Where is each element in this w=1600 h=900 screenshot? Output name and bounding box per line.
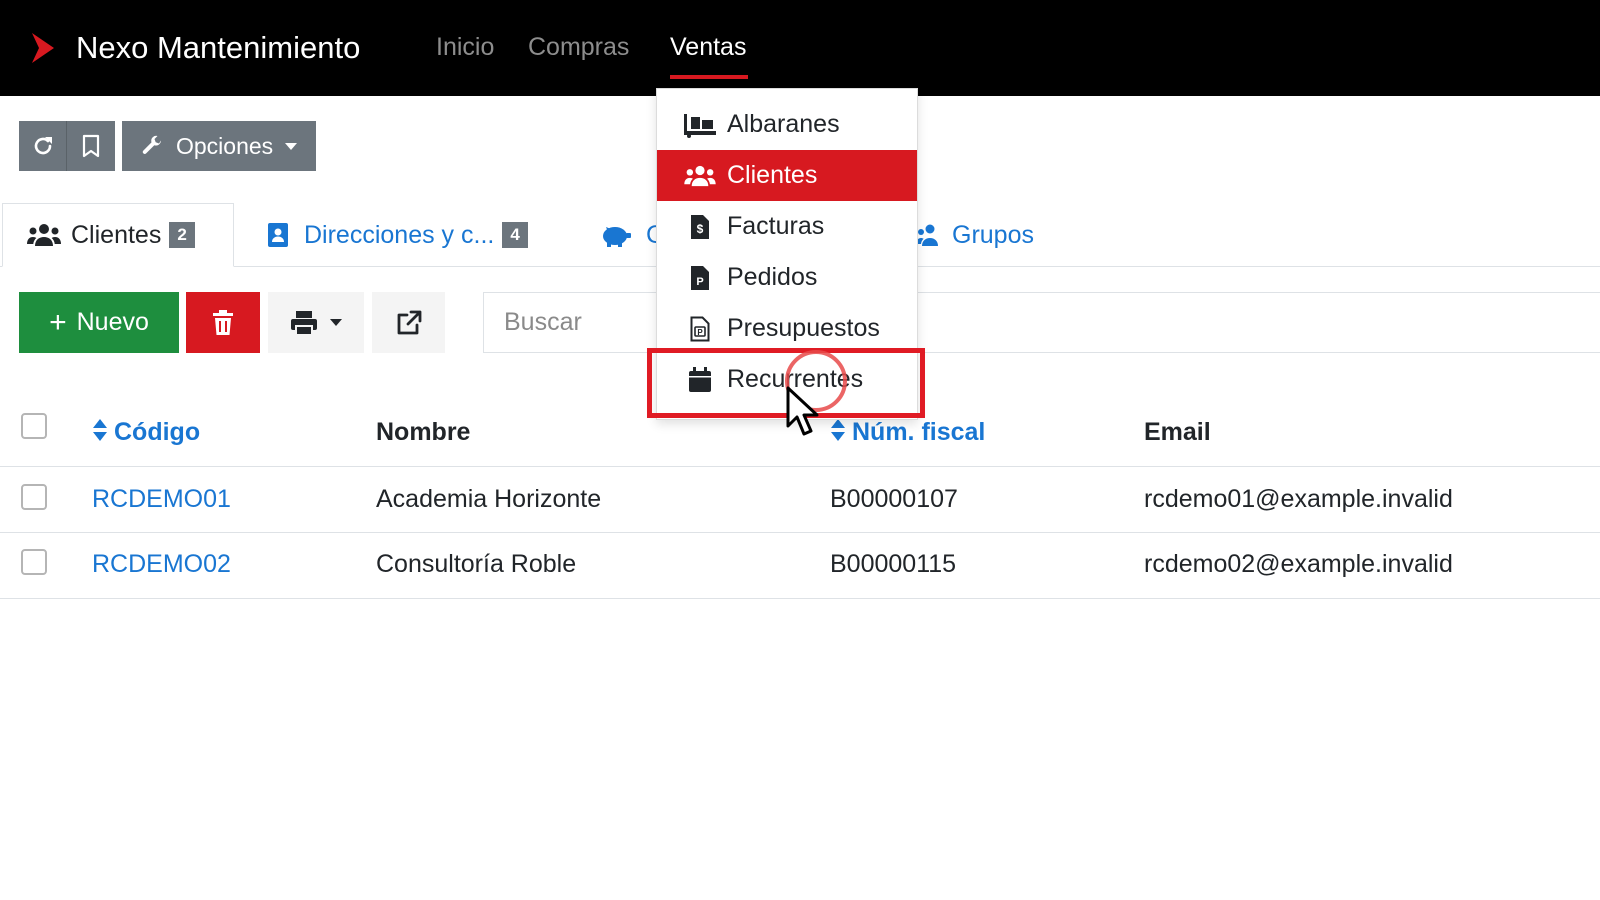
column-header-code-label: Código: [114, 418, 201, 446]
users-group-icon: [916, 224, 938, 246]
row-checkbox[interactable]: [21, 549, 47, 575]
row-name: Academia Horizonte: [376, 485, 602, 513]
top-navbar: Nexo Mantenimiento Inicio Compras Ventas: [0, 0, 1600, 96]
print-button[interactable]: [268, 292, 364, 353]
nav-link-ventas[interactable]: Ventas: [670, 33, 746, 62]
delete-button[interactable]: [186, 292, 260, 353]
users-icon: [684, 165, 716, 186]
menu-item-facturas-label: Facturas: [727, 212, 825, 240]
svg-text:P: P: [696, 276, 703, 288]
row-divider: [0, 598, 1600, 599]
select-all-checkbox[interactable]: [21, 413, 47, 439]
options-label: Opciones: [176, 132, 274, 159]
trash-icon: [213, 309, 233, 335]
tab-clientes-label: Clientes: [71, 220, 162, 249]
row-email: rcdemo02@example.invalid: [1144, 550, 1453, 578]
export-button[interactable]: [372, 292, 445, 353]
reload-button[interactable]: [19, 121, 67, 171]
options-button[interactable]: Opciones: [122, 121, 316, 171]
external-link-icon: [397, 310, 421, 334]
column-header-name[interactable]: Nombre: [376, 418, 470, 447]
dolly-icon: [684, 113, 716, 138]
nav-link-inicio[interactable]: Inicio: [436, 33, 494, 62]
row-fiscal: B00000115: [830, 550, 957, 578]
reload-icon: [34, 137, 52, 155]
row-checkbox[interactable]: [21, 484, 47, 510]
tab-clientes-count-badge: 2: [169, 222, 195, 248]
invoice-icon: $: [691, 214, 709, 239]
active-nav-indicator: [670, 75, 748, 79]
menu-item-presupuestos[interactable]: P Presupuestos: [657, 303, 917, 354]
svg-text:$: $: [697, 222, 704, 236]
row-fiscal: B00000107: [830, 485, 958, 513]
tab-piggy[interactable]: C: [600, 203, 664, 267]
address-book-icon: [268, 223, 288, 247]
menu-item-clientes-label: Clientes: [727, 161, 818, 189]
mouse-cursor-icon: [786, 386, 819, 436]
row-name: Consultoría Roble: [376, 550, 577, 578]
users-icon: [27, 224, 61, 246]
row-email: rcdemo01@example.invalid: [1144, 485, 1453, 513]
caret-down-icon: [330, 319, 342, 326]
brand-name: Nexo Mantenimiento: [76, 30, 361, 65]
order-file-icon: P: [691, 265, 709, 290]
svg-text:P: P: [697, 328, 703, 337]
menu-item-pedidos-label: Pedidos: [727, 263, 818, 291]
sort-icon: [93, 419, 107, 441]
plus-icon: +: [49, 305, 67, 339]
piggy-bank-icon: [603, 227, 631, 247]
tab-grupos[interactable]: Grupos: [916, 203, 1034, 267]
column-header-fiscal-label: Núm. fiscal: [852, 418, 986, 446]
row-divider: [0, 532, 1600, 533]
bookmark-icon: [82, 134, 100, 158]
wrench-icon: [142, 135, 161, 154]
menu-item-presupuestos-label: Presupuestos: [727, 314, 880, 342]
printer-icon: [291, 310, 317, 336]
menu-item-facturas[interactable]: $ Facturas: [657, 201, 917, 252]
row-code-link[interactable]: RCDEMO01: [92, 485, 231, 514]
brand[interactable]: Nexo Mantenimiento: [30, 26, 360, 70]
tab-direcciones-label: Direcciones y c...: [304, 220, 495, 249]
nav-link-compras[interactable]: Compras: [528, 33, 629, 62]
column-header-fiscal[interactable]: Núm. fiscal: [830, 418, 985, 447]
new-button[interactable]: + Nuevo: [19, 292, 179, 353]
search-input[interactable]: [483, 292, 1600, 353]
estimate-file-icon: P: [690, 316, 710, 341]
column-header-email[interactable]: Email: [1144, 418, 1211, 447]
tab-direcciones[interactable]: Direcciones y c... 4: [266, 203, 528, 267]
column-header-code[interactable]: Código: [92, 418, 200, 447]
menu-item-albaranes-label: Albaranes: [727, 110, 840, 138]
menu-item-clientes[interactable]: Clientes: [657, 150, 917, 201]
view-button-group: [19, 121, 115, 171]
new-button-label: Nuevo: [76, 308, 149, 336]
tab-clientes[interactable]: Clientes 2: [2, 203, 234, 267]
menu-item-pedidos[interactable]: P Pedidos: [657, 252, 917, 303]
menu-item-albaranes[interactable]: Albaranes: [657, 99, 917, 150]
table-header-divider: [0, 466, 1600, 467]
bookmark-button[interactable]: [67, 121, 115, 171]
caret-down-icon: [285, 142, 298, 150]
brand-logo-icon: [32, 33, 54, 63]
tab-direcciones-count-badge: 4: [502, 222, 528, 248]
tab-grupos-label: Grupos: [952, 220, 1034, 249]
row-code-link[interactable]: RCDEMO02: [92, 550, 231, 579]
sort-icon: [831, 419, 845, 441]
